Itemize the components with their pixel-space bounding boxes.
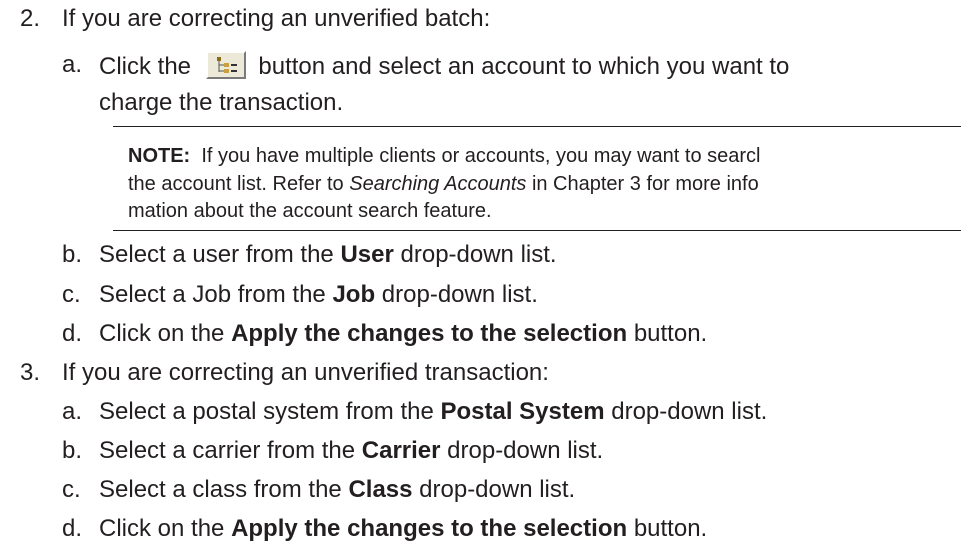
- step-2d-text: Click on the Apply the changes to the se…: [99, 320, 707, 348]
- step-2a-text: Click the button and select an account t…: [99, 51, 789, 81]
- note-line2-post: in Chapter 3 for more info: [531, 173, 759, 195]
- step-3a-bold: Postal System: [440, 398, 605, 425]
- step-3a-label: a.: [62, 398, 83, 425]
- step-2b-text: Select a user from the User drop-down li…: [99, 241, 557, 269]
- step-3c-bold: Class: [348, 476, 413, 503]
- step-2c-text: Select a Job from the Job drop-down list…: [99, 281, 538, 309]
- step-3-text: If you are correcting an unverified tran…: [62, 359, 549, 386]
- step-3b-pre: Select a carrier from the: [99, 437, 356, 464]
- note-top-rule: [113, 126, 961, 127]
- step-3c-label: c.: [62, 476, 81, 503]
- step-3a-post: drop-down list.: [611, 398, 768, 425]
- note-block: NOTE: If you have multiple clients or ac…: [128, 143, 761, 170]
- step-2a-text-part2: button and select an account to which yo…: [258, 53, 790, 80]
- step-3b-post: drop-down list.: [447, 437, 604, 464]
- step-3c-post: drop-down list.: [419, 476, 576, 503]
- step-2c-bold: Job: [332, 281, 376, 308]
- step-3b-label: b.: [62, 437, 83, 464]
- step-3c-text: Select a class from the Class drop-down …: [99, 476, 575, 504]
- account-tree-icon: [216, 57, 237, 73]
- note-line1: If you have multiple clients or accounts…: [201, 145, 761, 167]
- note-line2-italic: Searching Accounts: [349, 173, 527, 195]
- note-line2-pre: the account list. Refer to: [128, 173, 344, 195]
- step-2b-pre: Select a user from the: [99, 241, 334, 268]
- account-select-button[interactable]: [205, 51, 246, 79]
- step-3d-bold: Apply the changes to the selection: [231, 515, 628, 542]
- step-2d-bold: Apply the changes to the selection: [231, 320, 628, 347]
- step-2a-text-line2: charge the transaction.: [99, 89, 344, 116]
- note-bottom-rule: [113, 230, 961, 231]
- step-2d-post: button.: [633, 320, 708, 347]
- step-3d-label: d.: [62, 515, 83, 542]
- step-2a-label: a.: [62, 51, 83, 78]
- step-2-text: If you are correcting an unverified batc…: [62, 5, 491, 32]
- step-2a-text-part1: Click the: [99, 53, 192, 80]
- step-3b-bold: Carrier: [361, 437, 441, 464]
- step-2b-label: b.: [62, 241, 83, 268]
- step-3a-pre: Select a postal system from the: [99, 398, 434, 425]
- step-3d-pre: Click on the: [99, 515, 225, 542]
- step-2c-post: drop-down list.: [381, 281, 538, 308]
- step-2d-pre: Click on the: [99, 320, 225, 347]
- step-3b-text: Select a carrier from the Carrier drop-d…: [99, 437, 603, 465]
- step-2c-pre: Select a Job from the: [99, 281, 326, 308]
- step-3d-text: Click on the Apply the changes to the se…: [99, 515, 707, 543]
- step-2b-post: drop-down list.: [400, 241, 557, 268]
- step-3d-post: button.: [633, 515, 708, 542]
- step-3a-text: Select a postal system from the Postal S…: [99, 398, 767, 426]
- step-2b-bold: User: [340, 241, 394, 268]
- step-2c-label: c.: [62, 281, 81, 308]
- note-line2: the account list. Refer to Searching Acc…: [128, 171, 759, 198]
- step-3-number: 3.: [20, 359, 41, 386]
- step-2-number: 2.: [20, 5, 41, 32]
- note-label: NOTE:: [128, 145, 191, 167]
- step-3c-pre: Select a class from the: [99, 476, 342, 503]
- step-2d-label: d.: [62, 320, 83, 347]
- note-line3: mation about the account search feature.: [128, 200, 492, 222]
